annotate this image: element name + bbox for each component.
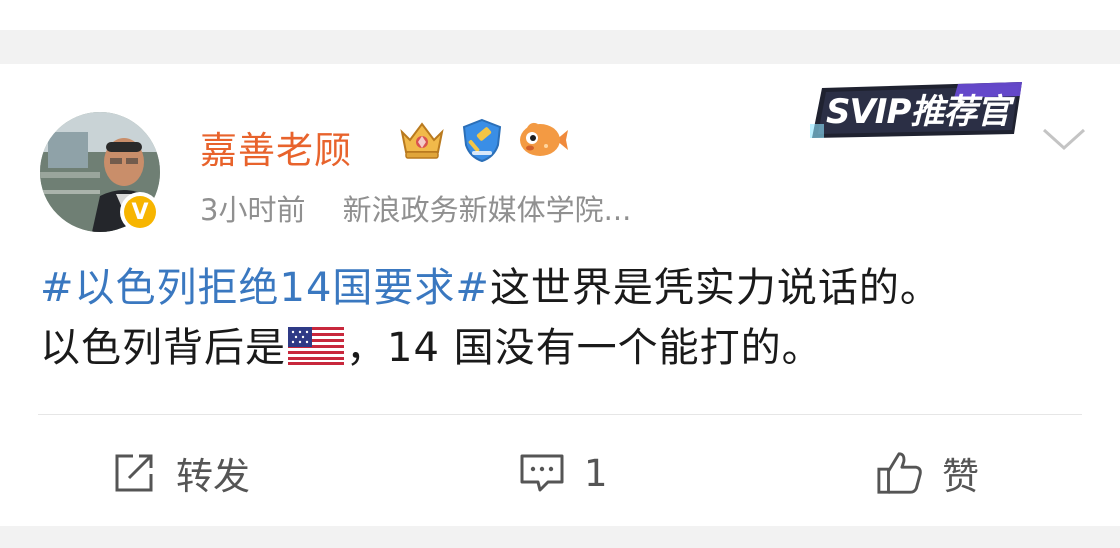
repost-icon bbox=[110, 449, 158, 497]
svip-text: SVIP推荐官 bbox=[826, 92, 1015, 132]
user-badges bbox=[396, 116, 568, 164]
verified-badge-icon: V bbox=[120, 192, 160, 232]
us-flag-icon bbox=[288, 327, 344, 365]
action-divider bbox=[38, 414, 1082, 415]
previous-card-bottom bbox=[0, 0, 1120, 30]
crown-badge-icon[interactable] bbox=[396, 116, 448, 164]
post-text-line2-b: ，14 国没有一个能打的。 bbox=[346, 325, 823, 371]
repost-button[interactable]: 转发 bbox=[110, 448, 250, 498]
post-time: 3小时前 bbox=[200, 193, 306, 227]
svip-recommender-badge[interactable]: SVIP推荐官 bbox=[808, 78, 1028, 142]
post-text-line1: 这世界是凭实力说话的。 bbox=[489, 265, 941, 311]
comment-button[interactable]: 1 bbox=[518, 448, 608, 498]
comment-count: 1 bbox=[584, 451, 608, 495]
chevron-down-icon[interactable] bbox=[1040, 122, 1088, 154]
weibo-post-card[interactable]: V 嘉善老顾 3小时前 新浪政务新媒体学院... SVIP推荐官 #以色列拒绝1… bbox=[0, 64, 1120, 526]
repost-label: 转发 bbox=[176, 455, 250, 498]
comment-icon bbox=[518, 449, 566, 497]
post-source[interactable]: 新浪政务新媒体学院... bbox=[343, 193, 632, 227]
fish-badge-icon[interactable] bbox=[516, 116, 568, 164]
post-content[interactable]: #以色列拒绝14国要求#这世界是凭实力说话的。 以色列背后是 ，14 国没有一个… bbox=[40, 258, 1080, 378]
gavel-shield-badge-icon[interactable] bbox=[456, 116, 508, 164]
like-button[interactable]: 赞 bbox=[876, 448, 979, 498]
next-card-top bbox=[0, 526, 1120, 548]
thumbs-up-icon bbox=[876, 449, 924, 497]
like-label: 赞 bbox=[942, 455, 979, 498]
author-name[interactable]: 嘉善老顾 bbox=[200, 120, 352, 174]
post-text-line2-a: 以色列背后是 bbox=[40, 325, 286, 371]
card-separator bbox=[0, 30, 1120, 64]
post-meta: 3小时前 新浪政务新媒体学院... bbox=[200, 187, 631, 229]
topic-link[interactable]: #以色列拒绝14国要求# bbox=[40, 265, 490, 311]
